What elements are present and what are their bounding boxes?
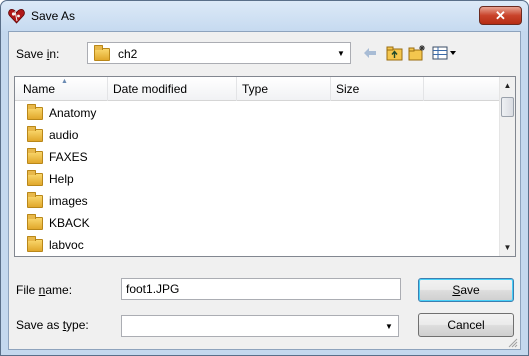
save-as-type-label: Save as type: xyxy=(16,318,89,332)
list-item[interactable]: labvoc xyxy=(15,234,501,256)
folder-icon xyxy=(94,45,110,61)
chevron-down-icon[interactable]: ▼ xyxy=(381,317,397,335)
folder-icon xyxy=(27,214,43,230)
app-heart-icon xyxy=(8,9,25,24)
dialog-body: Save in: ch2 ▼ ▲ Name Date modified Type… xyxy=(8,31,521,350)
new-folder-icon[interactable] xyxy=(408,44,426,62)
save-type-label-pre: Save as xyxy=(16,318,63,332)
column-divider[interactable] xyxy=(107,77,108,101)
column-divider[interactable] xyxy=(330,77,331,101)
vertical-scrollbar[interactable]: ▲ ▼ xyxy=(499,77,515,256)
file-name-label: File name: xyxy=(16,283,72,297)
sort-arrow-icon: ▲ xyxy=(61,78,68,85)
folder-icon xyxy=(27,236,43,252)
list-item[interactable]: KBACK xyxy=(15,212,501,234)
resize-grip-icon[interactable] xyxy=(506,336,518,348)
save-as-type-dropdown[interactable]: ▼ xyxy=(121,315,399,337)
list-item-label: audio xyxy=(49,128,79,142)
column-divider[interactable] xyxy=(423,77,424,101)
list-item[interactable]: images xyxy=(15,190,501,212)
folder-icon xyxy=(27,148,43,164)
list-item-label: images xyxy=(49,194,88,208)
title-bar[interactable]: Save As ✕ xyxy=(1,1,528,31)
list-item[interactable]: Anatomy xyxy=(15,102,501,124)
file-rows: Anatomy audio FAXES Help images KBACK la… xyxy=(15,102,501,256)
column-name[interactable]: ▲ Name xyxy=(23,78,68,100)
scroll-down-icon[interactable]: ▼ xyxy=(500,239,515,256)
column-size[interactable]: Size xyxy=(336,82,359,100)
save-button[interactable]: Save xyxy=(418,278,514,302)
save-in-value: ch2 xyxy=(118,47,138,61)
file-name-label-pre: File xyxy=(16,283,39,297)
list-item-label: Anatomy xyxy=(49,106,97,120)
list-item[interactable]: audio xyxy=(15,124,501,146)
chevron-down-icon[interactable]: ▼ xyxy=(333,44,349,62)
save-in-dropdown[interactable]: ch2 ▼ xyxy=(87,42,351,64)
column-name-label: Name xyxy=(23,82,56,96)
close-icon: ✕ xyxy=(495,8,506,23)
save-as-dialog: Save As ✕ Save in: ch2 ▼ ▲ Name Date mod… xyxy=(0,0,529,356)
close-button[interactable]: ✕ xyxy=(479,6,522,25)
folder-icon xyxy=(27,126,43,142)
file-name-field[interactable]: foot1.JPG xyxy=(121,278,401,300)
column-header: ▲ Name Date modified Type Size xyxy=(15,77,501,101)
list-item-label: Help xyxy=(49,172,74,186)
list-item-label: KBACK xyxy=(49,216,90,230)
list-item-label: FAXES xyxy=(49,150,88,164)
list-item[interactable]: FAXES xyxy=(15,146,501,168)
folder-icon xyxy=(27,104,43,120)
scroll-up-icon[interactable]: ▲ xyxy=(500,77,515,94)
list-item[interactable]: Help xyxy=(15,168,501,190)
save-in-label-pre: Save xyxy=(16,47,47,61)
save-type-label-post: ype: xyxy=(66,318,89,332)
view-menu-icon[interactable] xyxy=(432,44,458,62)
folder-icon xyxy=(27,192,43,208)
save-in-label: Save in: xyxy=(16,47,59,61)
window-title: Save As xyxy=(31,9,76,23)
back-arrow-icon[interactable] xyxy=(361,44,379,62)
column-divider[interactable] xyxy=(236,77,237,101)
column-type[interactable]: Type xyxy=(242,82,268,100)
list-item-label: labvoc xyxy=(49,238,84,252)
file-name-label-post: ame: xyxy=(45,283,73,297)
up-folder-icon[interactable] xyxy=(385,44,403,62)
cancel-button[interactable]: Cancel xyxy=(418,313,514,337)
save-button-label: ave xyxy=(460,283,480,297)
file-list[interactable]: ▲ Name Date modified Type Size Anatomy a… xyxy=(14,76,516,257)
scroll-thumb[interactable] xyxy=(501,97,514,117)
save-in-label-post: n: xyxy=(49,47,60,61)
column-date-modified[interactable]: Date modified xyxy=(113,82,187,100)
folder-icon xyxy=(27,170,43,186)
